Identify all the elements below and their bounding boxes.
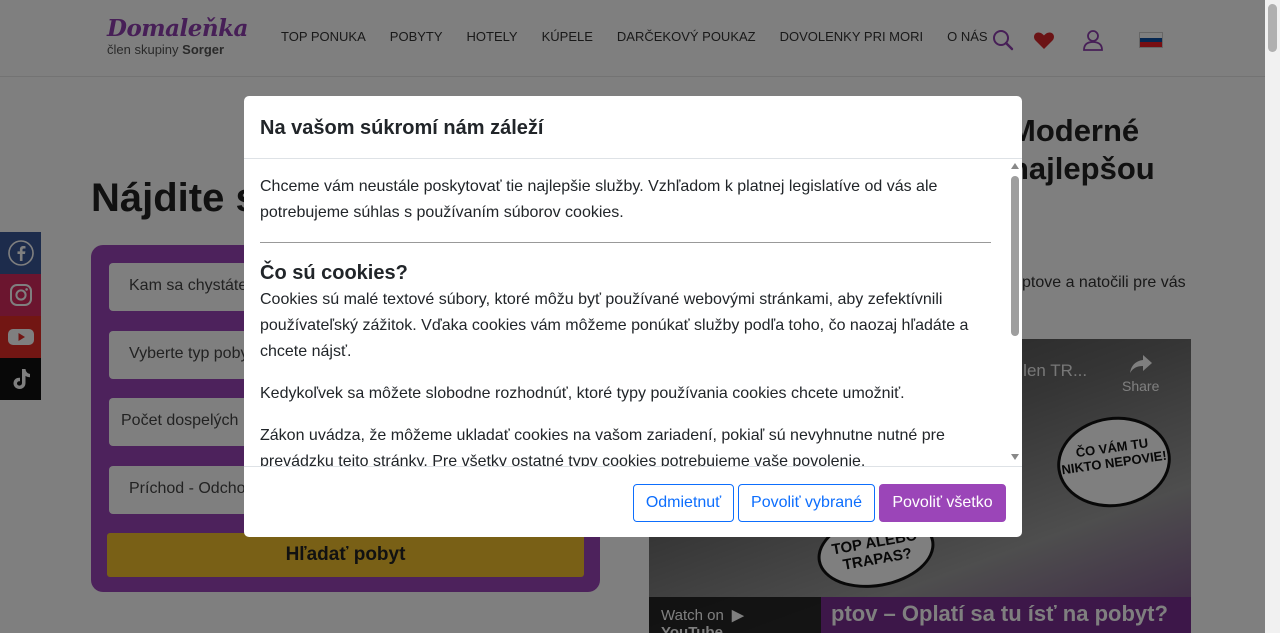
decline-button[interactable]: Odmietnuť bbox=[633, 484, 734, 522]
cookie-intro-text: Chceme vám neustále poskytovať tie najle… bbox=[260, 178, 938, 221]
cookies-paragraph-1: Cookies sú malé textové súbory, ktoré mô… bbox=[260, 291, 969, 360]
cookies-paragraph-2: Kedykoľvek sa môžete slobodne rozhodnúť,… bbox=[260, 385, 905, 402]
modal-title: Na vašom súkromí nám záleží bbox=[260, 117, 544, 139]
page-scrollbar-thumb[interactable] bbox=[1268, 4, 1277, 52]
modal-scrollbar-thumb[interactable] bbox=[1011, 176, 1019, 336]
modal-scrollbar[interactable] bbox=[1008, 159, 1022, 466]
scroll-down-arrow-icon[interactable] bbox=[1011, 454, 1019, 460]
page-scrollbar[interactable] bbox=[1265, 0, 1280, 633]
modal-body: Chceme vám neustále poskytovať tie najle… bbox=[244, 159, 1022, 466]
cookies-heading: Čo sú cookies? bbox=[260, 262, 408, 284]
divider bbox=[260, 242, 991, 243]
cookie-consent-modal: Na vašom súkromí nám záleží Chceme vám n… bbox=[244, 96, 1022, 537]
scroll-up-arrow-icon[interactable] bbox=[1011, 163, 1019, 169]
cookies-paragraph-3: Zákon uvádza, že môžeme ukladať cookies … bbox=[260, 427, 945, 466]
modal-header: Na vašom súkromí nám záleží bbox=[244, 96, 1022, 159]
allow-all-button[interactable]: Povoliť všetko bbox=[879, 484, 1006, 522]
allow-selected-button[interactable]: Povoliť vybrané bbox=[738, 484, 875, 522]
modal-footer: Odmietnuť Povoliť vybrané Povoliť všetko bbox=[244, 466, 1022, 537]
